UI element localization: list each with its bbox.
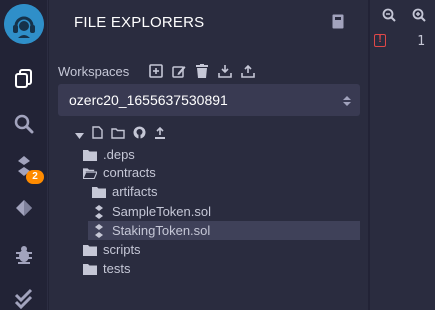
workspace-select[interactable]: ozerc20_1655637530891: [58, 84, 360, 116]
tree-folder-tests[interactable]: tests: [83, 259, 183, 278]
tree-item-label: StakingToken.sol: [112, 223, 211, 238]
file-explorer-panel: FILE EXPLORERS Workspaces ozerc20_165563…: [49, 0, 368, 310]
caret-down-icon[interactable]: [75, 126, 84, 144]
editor-gutter: ! 1: [369, 0, 435, 310]
folder-icon: [83, 243, 97, 257]
tree-file-stakingtoken[interactable]: StakingToken.sol: [88, 221, 360, 240]
tree-folder-artifacts[interactable]: artifacts: [92, 182, 192, 201]
restore-workspace-icon[interactable]: [240, 63, 256, 79]
workspace-toolbar: [148, 63, 256, 79]
github-icon[interactable]: [133, 126, 146, 144]
panel-title: FILE EXPLORERS: [74, 14, 205, 31]
zoom-in-icon[interactable]: [412, 8, 426, 22]
debugger-icon[interactable]: [8, 238, 40, 270]
new-file-icon[interactable]: [92, 126, 103, 144]
file-explorer-icon[interactable]: [8, 62, 40, 94]
new-folder-icon[interactable]: [111, 126, 125, 144]
icon-rail: 2: [0, 0, 48, 310]
tree-item-label: contracts: [103, 165, 156, 180]
remix-logo-icon[interactable]: [4, 4, 44, 44]
tree-folder-contracts[interactable]: contracts: [83, 163, 183, 182]
rename-workspace-icon[interactable]: [171, 63, 187, 79]
upload-icon[interactable]: [154, 126, 166, 144]
tree-folder-scripts[interactable]: scripts: [83, 240, 183, 259]
line-number: 1: [417, 34, 425, 49]
solidity-file-icon: [92, 223, 106, 238]
folder-icon: [83, 148, 97, 162]
tree-folder-deps[interactable]: .deps: [83, 145, 183, 164]
workspaces-label: Workspaces: [58, 64, 130, 79]
tree-toolbar: [75, 126, 166, 144]
zoom-out-icon[interactable]: [382, 8, 396, 22]
download-workspace-icon[interactable]: [217, 63, 233, 79]
search-icon[interactable]: [8, 108, 40, 140]
error-marker-icon[interactable]: !: [374, 34, 386, 47]
folder-open-icon: [83, 166, 97, 180]
create-workspace-icon[interactable]: [148, 63, 164, 79]
tree-item-label: .deps: [103, 147, 135, 162]
workspace-select-value: ozerc20_1655637530891: [69, 92, 228, 108]
tree-item-label: tests: [103, 261, 131, 276]
documentation-icon[interactable]: [332, 14, 344, 29]
delete-workspace-icon[interactable]: [194, 63, 210, 79]
compiler-badge: 2: [26, 170, 44, 184]
tree-item-label: scripts: [103, 242, 141, 257]
solidity-file-icon: [92, 204, 106, 219]
folder-icon: [92, 185, 106, 199]
select-caret-icon: [343, 94, 351, 106]
tree-file-sampletoken[interactable]: SampleToken.sol: [92, 202, 242, 221]
unit-testing-icon[interactable]: [8, 282, 40, 310]
tree-item-label: SampleToken.sol: [112, 204, 211, 219]
folder-icon: [83, 262, 97, 276]
deploy-run-icon[interactable]: [8, 192, 40, 224]
tree-item-label: artifacts: [112, 184, 158, 199]
